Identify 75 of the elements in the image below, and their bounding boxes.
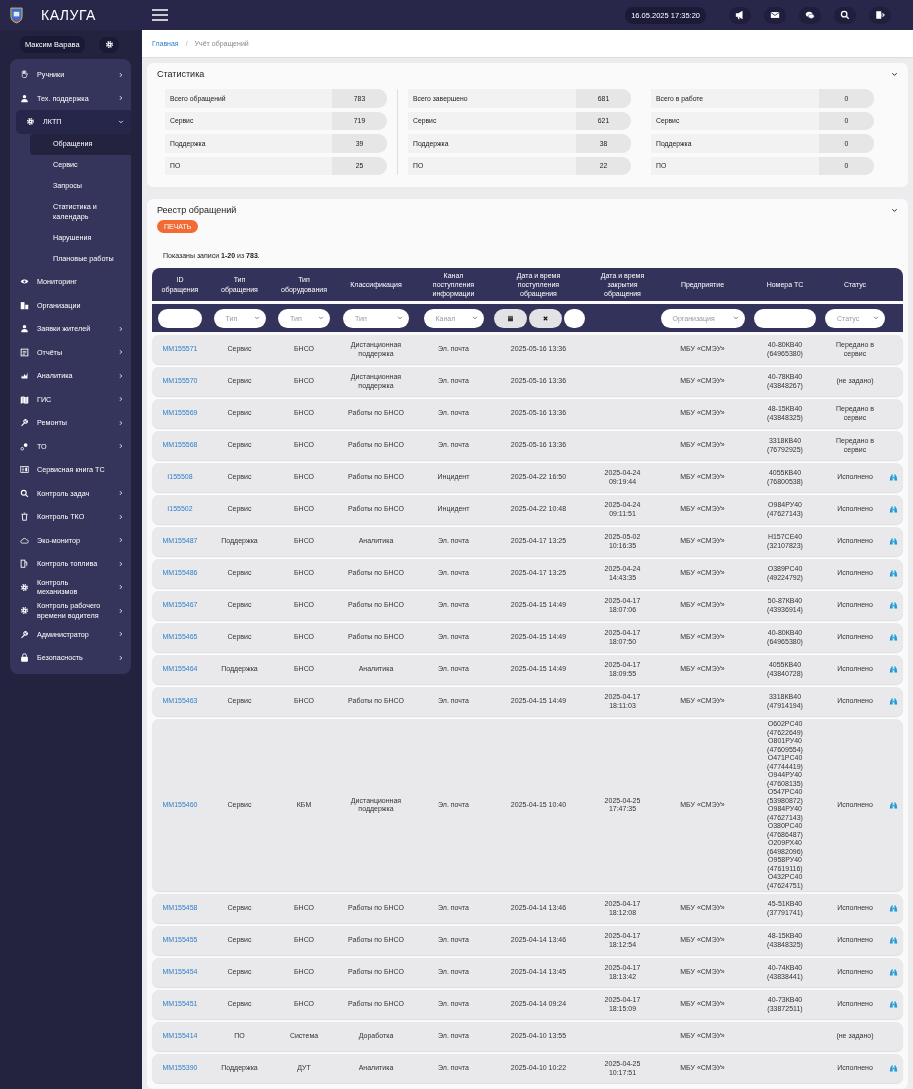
clear-date-button[interactable] xyxy=(529,308,562,328)
search-icon[interactable] xyxy=(834,6,856,24)
fuel-icon xyxy=(20,559,29,569)
gear-icon xyxy=(20,582,29,592)
binoculars-icon[interactable] xyxy=(889,601,898,610)
calendar-icon xyxy=(507,314,514,322)
binoculars-icon[interactable] xyxy=(889,1064,898,1073)
chevron-icon[interactable] xyxy=(891,206,898,214)
caret-icon xyxy=(732,315,739,321)
binoculars-icon[interactable] xyxy=(889,505,898,514)
menu-icon[interactable] xyxy=(152,8,168,22)
gear-icon xyxy=(26,117,35,127)
caret-icon xyxy=(471,315,478,321)
chevron-icon xyxy=(118,537,124,544)
binoculars-icon[interactable] xyxy=(889,537,898,546)
binoculars-icon[interactable] xyxy=(889,1000,898,1009)
wrench-icon xyxy=(20,418,29,428)
close-icon xyxy=(542,314,549,322)
chevron-icon xyxy=(118,631,124,638)
chevron-icon xyxy=(118,490,124,497)
building-icon xyxy=(20,300,29,310)
chevron-icon xyxy=(118,71,124,78)
chevron-icon xyxy=(118,607,124,614)
map-icon xyxy=(20,394,29,404)
gear-icon xyxy=(20,606,29,616)
binoculars-icon[interactable] xyxy=(889,936,898,945)
logout-icon[interactable] xyxy=(869,6,891,24)
binoculars-icon[interactable] xyxy=(889,569,898,578)
binoculars-icon[interactable] xyxy=(889,473,898,482)
caret-icon xyxy=(397,315,403,321)
settings-icon[interactable] xyxy=(99,36,119,53)
wrench-icon xyxy=(20,629,29,639)
binoculars-icon[interactable] xyxy=(889,633,898,642)
chevron-icon xyxy=(118,118,124,125)
chevron-icon xyxy=(118,654,124,661)
chart-icon xyxy=(20,371,29,381)
plates-filter-field[interactable] xyxy=(754,308,816,328)
chat-icon[interactable] xyxy=(799,6,821,24)
chevron-icon xyxy=(118,396,124,403)
chevron-icon xyxy=(118,443,124,450)
book-icon xyxy=(20,465,29,475)
person-icon xyxy=(20,93,29,103)
caret-icon xyxy=(873,315,879,321)
id-filter-field[interactable] xyxy=(158,308,202,328)
binoculars-icon[interactable] xyxy=(889,904,898,913)
binoculars-icon[interactable] xyxy=(889,968,898,977)
trash-icon xyxy=(20,512,29,522)
chevron-icon xyxy=(118,419,124,426)
lock-icon xyxy=(20,653,29,663)
binoculars-icon[interactable] xyxy=(889,697,898,706)
search-icon xyxy=(20,488,29,498)
chevron-icon xyxy=(118,349,124,356)
person-icon xyxy=(20,324,29,334)
date-picker-button[interactable] xyxy=(494,308,527,328)
app-title: КАЛУГА xyxy=(41,7,96,23)
date-field[interactable] xyxy=(564,308,585,328)
caret-icon xyxy=(318,315,324,321)
chevron-icon xyxy=(118,513,124,520)
document-icon xyxy=(20,347,29,357)
caret-icon xyxy=(253,315,260,321)
binoculars-icon[interactable] xyxy=(889,665,898,674)
cloud-icon xyxy=(20,535,29,545)
chevron-icon xyxy=(118,325,124,332)
binoculars-icon[interactable] xyxy=(889,800,898,810)
chevron-icon[interactable] xyxy=(891,70,898,78)
chevron-icon xyxy=(118,95,124,102)
section-title: Статистика xyxy=(157,69,205,79)
chevron-icon xyxy=(118,560,124,567)
envelope-icon[interactable] xyxy=(764,6,786,24)
chevron-icon xyxy=(118,584,124,591)
section-title: Реестр обращений xyxy=(157,205,237,215)
megaphone-icon[interactable] xyxy=(729,6,751,24)
hand-icon xyxy=(20,70,29,80)
coat-of-arms-icon xyxy=(10,6,23,24)
chevron-icon xyxy=(118,372,124,379)
